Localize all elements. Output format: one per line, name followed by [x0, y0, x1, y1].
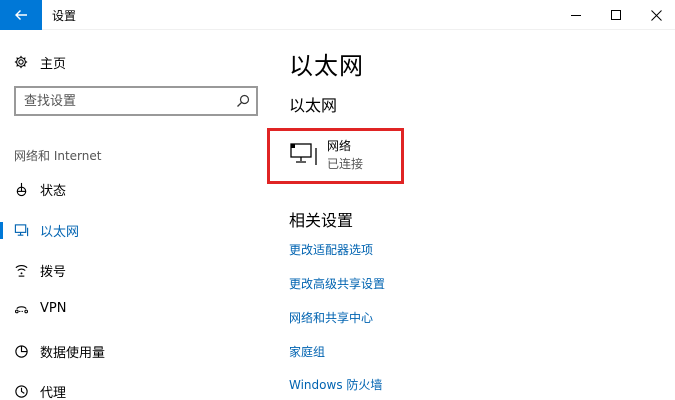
- home-label: 主页: [40, 56, 67, 72]
- section-title: 以太网: [289, 96, 338, 115]
- sidebar: 主页 网络和 Internet 状态 以太网 拨号 VPN: [0, 30, 270, 400]
- dialup-icon: [13, 262, 29, 278]
- page-title: 以太网: [289, 52, 364, 80]
- sidebar-item-dialup[interactable]: 拨号: [0, 255, 270, 285]
- main-content: 以太网 以太网 网络 已连接 相关设置 更改适配器选项 更改高级共享设置 网络和…: [267, 30, 675, 400]
- link-change-adapter-options[interactable]: 更改适配器选项: [289, 241, 373, 258]
- proxy-icon: [13, 383, 29, 399]
- sidebar-item-label: 数据使用量: [40, 346, 106, 361]
- red-highlight-box: [267, 128, 404, 184]
- search-input[interactable]: [16, 88, 216, 114]
- section-label: 网络和 Internet: [14, 149, 102, 163]
- active-indicator: [0, 222, 3, 239]
- maximize-icon: [610, 9, 621, 20]
- vpn-icon: [13, 302, 29, 318]
- data-usage-icon: [13, 343, 29, 359]
- search-box: [14, 86, 258, 116]
- link-advanced-sharing[interactable]: 更改高级共享设置: [289, 275, 385, 292]
- ethernet-icon: [13, 222, 29, 238]
- sidebar-item-vpn[interactable]: VPN: [0, 295, 270, 325]
- window-title: 设置: [52, 9, 77, 23]
- sidebar-item-data-usage[interactable]: 数据使用量: [0, 336, 270, 366]
- sidebar-item-ethernet[interactable]: 以太网: [0, 215, 270, 245]
- sidebar-item-proxy[interactable]: 代理: [0, 376, 270, 400]
- sidebar-item-label: 代理: [40, 386, 67, 400]
- sidebar-item-label: 以太网: [40, 225, 80, 240]
- minimize-icon: [570, 14, 581, 16]
- back-arrow-icon: [15, 10, 27, 20]
- search-icon[interactable]: [236, 94, 250, 108]
- sidebar-item-label: 拨号: [40, 265, 67, 280]
- link-network-sharing-center[interactable]: 网络和共享中心: [289, 309, 373, 326]
- gear-icon: [14, 55, 28, 69]
- status-icon: [13, 181, 29, 197]
- close-icon: [650, 9, 662, 21]
- title-bar: 设置: [0, 0, 675, 30]
- close-button[interactable]: [633, 0, 675, 30]
- back-button[interactable]: [0, 0, 42, 30]
- link-windows-firewall[interactable]: Windows 防火墙: [289, 376, 382, 393]
- nav-home[interactable]: 主页: [14, 51, 66, 73]
- sidebar-item-label: 状态: [40, 184, 67, 199]
- sidebar-item-label: VPN: [40, 301, 67, 316]
- link-homegroup[interactable]: 家庭组: [289, 343, 325, 360]
- related-settings-title: 相关设置: [289, 211, 354, 230]
- sidebar-item-status[interactable]: 状态: [0, 174, 270, 204]
